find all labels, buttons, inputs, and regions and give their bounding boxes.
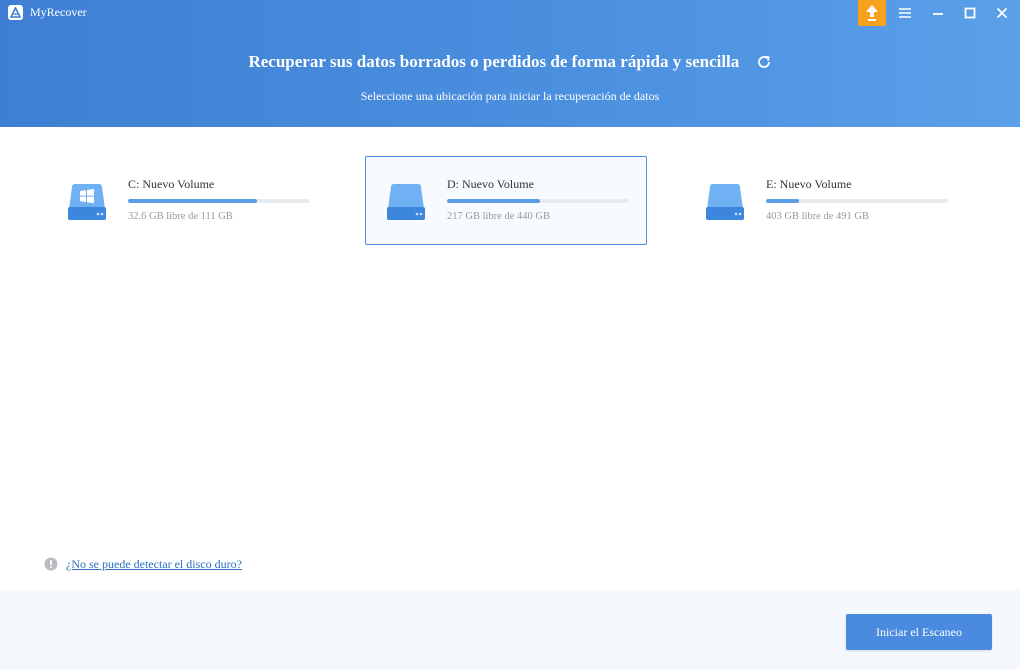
maximize-button[interactable] bbox=[960, 4, 980, 22]
app-title: MyRecover bbox=[30, 5, 87, 19]
drive-icon bbox=[706, 184, 744, 220]
minimize-icon bbox=[933, 13, 943, 15]
drive-card-c[interactable]: C: Nuevo Volume 32.6 GB libre de 111 GB bbox=[46, 156, 328, 245]
menu-button[interactable] bbox=[895, 4, 915, 22]
drive-size-text: 403 GB libre de 491 GB bbox=[766, 211, 869, 222]
menu-icon bbox=[899, 8, 911, 18]
drive-usage-fill bbox=[128, 199, 258, 203]
header-banner: MyRecover Recuperar sus datos borrados o… bbox=[0, 0, 1020, 127]
minimize-button[interactable] bbox=[928, 4, 948, 22]
close-icon bbox=[996, 7, 1008, 19]
close-button[interactable] bbox=[992, 4, 1012, 22]
drive-card-d[interactable]: D: Nuevo Volume 217 GB libre de 440 GB bbox=[365, 156, 647, 245]
drive-usage-bar bbox=[128, 199, 310, 203]
drive-card-e[interactable]: E: Nuevo Volume 403 GB libre de 491 GB bbox=[684, 156, 966, 245]
maximize-icon bbox=[964, 7, 976, 19]
drive-name: E: Nuevo Volume bbox=[766, 177, 852, 191]
drive-icon bbox=[387, 184, 425, 220]
drive-size-text: 217 GB libre de 440 GB bbox=[447, 211, 550, 222]
drive-name: D: Nuevo Volume bbox=[447, 177, 534, 191]
start-scan-button[interactable]: Iniciar el Escaneo bbox=[846, 614, 992, 650]
drive-usage-bar bbox=[447, 199, 629, 203]
drive-name: C: Nuevo Volume bbox=[128, 177, 215, 191]
cannot-detect-disk-link[interactable]: ¿No se puede detectar el disco duro? bbox=[66, 557, 242, 571]
footer-bar: Iniciar el Escaneo bbox=[0, 590, 1020, 669]
refresh-icon[interactable] bbox=[756, 54, 772, 70]
upgrade-icon bbox=[866, 5, 878, 21]
page-title: Recuperar sus datos borrados o perdidos … bbox=[0, 50, 1020, 73]
page-title-text: Recuperar sus datos borrados o perdidos … bbox=[248, 52, 740, 72]
drive-size-text: 32.6 GB libre de 111 GB bbox=[128, 211, 233, 222]
app-logo-icon bbox=[8, 5, 23, 20]
drive-usage-fill bbox=[447, 199, 540, 203]
page-subtitle: Seleccione una ubicación para iniciar la… bbox=[360, 89, 660, 103]
upgrade-button[interactable] bbox=[858, 0, 886, 26]
drive-usage-bar bbox=[766, 199, 948, 203]
windows-drive-icon bbox=[68, 184, 106, 220]
drive-usage-fill bbox=[766, 199, 799, 203]
info-icon bbox=[44, 557, 58, 571]
